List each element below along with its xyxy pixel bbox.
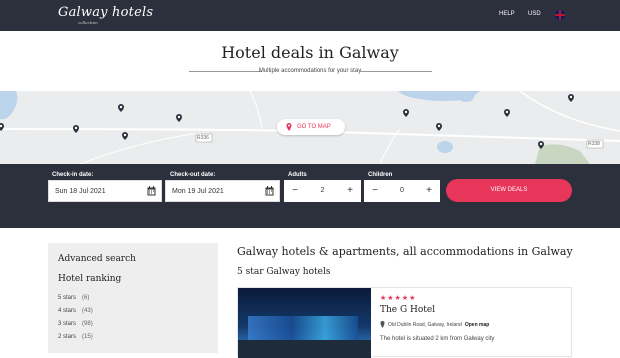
go-to-map-label: GO TO MAP <box>297 124 331 130</box>
hotel-description: The hotel is situated 2 km from Galway c… <box>380 336 495 342</box>
open-map-link[interactable]: Open map <box>465 322 489 328</box>
rank-label: 5 stars <box>58 295 77 301</box>
road-label-r338: R338 <box>588 141 600 147</box>
map-marker-icon <box>286 123 292 131</box>
hotel-photo[interactable] <box>238 288 371 358</box>
rank-label: 2 stars <box>58 334 77 340</box>
checkin-label: Check-in date: <box>52 172 94 178</box>
map-pin-icon[interactable] <box>175 114 183 122</box>
rank-count: (98) <box>82 321 93 327</box>
site-logo[interactable]: Galway hotels <box>58 5 153 20</box>
map-pin-icon[interactable] <box>567 94 575 102</box>
map-pin-icon[interactable] <box>402 109 410 117</box>
map-pin-icon[interactable] <box>117 104 125 112</box>
children-plus-button[interactable]: + <box>418 180 440 202</box>
map-pin-icon[interactable] <box>537 141 545 149</box>
checkin-field[interactable]: Sun 18 Jul 2021 <box>48 180 162 202</box>
hotel-address-text: Old Dublin Road, Galway, Ireland <box>388 322 462 328</box>
checkout-value: Mon 19 Jul 2021 <box>172 188 224 195</box>
children-label: Children <box>368 172 393 178</box>
map-pin-icon[interactable] <box>435 123 443 131</box>
rank-filter-2[interactable]: 2 stars (15) <box>58 334 93 340</box>
checkin-value: Sun 18 Jul 2021 <box>55 188 106 195</box>
rank-filter-3[interactable]: 3 stars (98) <box>58 321 93 327</box>
rank-count: (15) <box>82 334 93 340</box>
map-pin-icon[interactable] <box>0 123 5 131</box>
checkout-field[interactable]: Mon 19 Jul 2021 <box>165 180 280 202</box>
children-stepper[interactable]: − 0 + <box>364 180 440 202</box>
advanced-search-title: Advanced search <box>58 254 136 264</box>
calendar-icon[interactable] <box>265 186 274 196</box>
page-subtitle: Multiple accommodations for your stay <box>258 68 362 74</box>
subtitle-divider-right <box>359 71 432 72</box>
view-deals-button[interactable]: VIEW DEALS <box>446 179 572 202</box>
section-title: 5 star Galway hotels <box>237 267 331 277</box>
help-link[interactable]: HELP <box>499 11 515 17</box>
checkout-label: Check-out date: <box>170 172 216 178</box>
road-label-r336: R336 <box>197 135 209 141</box>
rank-label: 3 stars <box>58 321 77 327</box>
adults-stepper[interactable]: − 2 + <box>284 180 361 202</box>
hotel-address: Old Dublin Road, Galway, Ireland Open map <box>388 322 489 328</box>
map-pin-icon[interactable] <box>503 109 511 117</box>
hotel-ranking-title: Hotel ranking <box>58 274 122 284</box>
rank-label: 4 stars <box>58 308 77 314</box>
hotel-star-rating: ★★★★★ <box>380 295 417 302</box>
adults-plus-button[interactable]: + <box>339 180 361 202</box>
map-pin-icon[interactable] <box>72 125 80 133</box>
rank-filter-5[interactable]: 5 stars (6) <box>58 295 89 301</box>
hotel-name[interactable]: The G Hotel <box>380 305 435 315</box>
map-pin-icon[interactable] <box>121 132 129 140</box>
rank-filter-4[interactable]: 4 stars (43) <box>58 308 93 314</box>
listing-title: Galway hotels & apartments, all accommod… <box>237 245 573 258</box>
adults-label: Adults <box>288 172 307 178</box>
rank-count: (6) <box>82 295 90 301</box>
language-flag-icon[interactable] <box>555 10 565 20</box>
page-title: Hotel deals in Galway <box>221 43 399 62</box>
calendar-icon[interactable] <box>147 186 156 196</box>
rank-count: (43) <box>82 308 93 314</box>
site-logo-subtitle: collection <box>78 20 98 25</box>
currency-selector[interactable]: USD <box>528 11 541 17</box>
go-to-map-button[interactable]: GO TO MAP <box>277 119 345 135</box>
location-pin-icon <box>380 321 385 328</box>
advanced-search-panel: Advanced search Hotel ranking 5 stars (6)… <box>48 243 218 353</box>
